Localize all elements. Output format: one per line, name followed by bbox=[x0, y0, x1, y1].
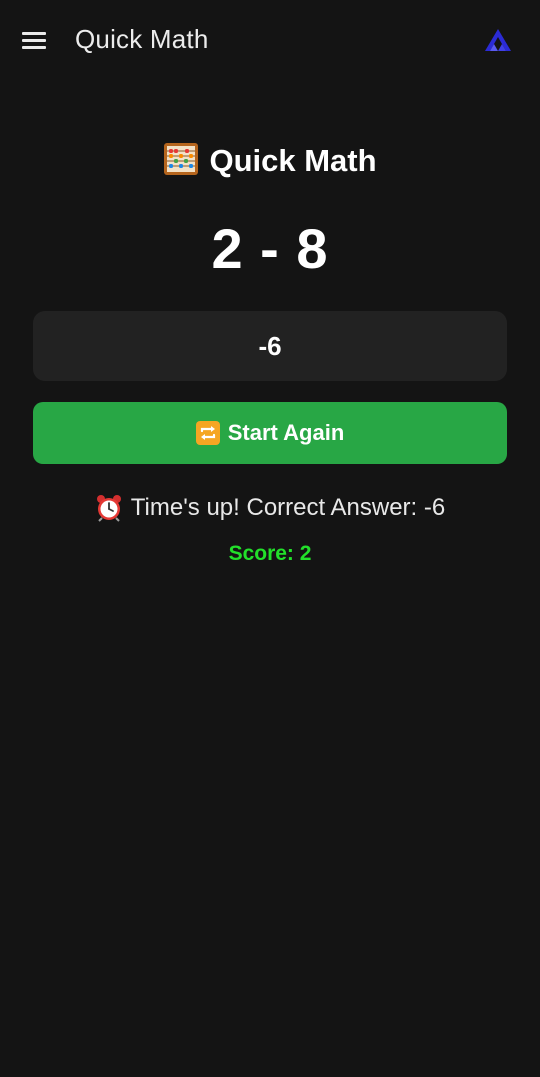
game-heading-text: Quick Math bbox=[209, 143, 377, 178]
repeat-icon bbox=[195, 421, 220, 445]
score-text: Score: 2 bbox=[228, 542, 312, 565]
game-heading: Quick Math bbox=[0, 142, 540, 179]
math-problem: 2 - 8 bbox=[211, 217, 329, 280]
result-message: Time's up! Correct Answer: -6 bbox=[0, 494, 540, 522]
app-bar-title: Quick Math bbox=[75, 24, 209, 54]
answer-input[interactable] bbox=[33, 311, 507, 381]
brand-logo-icon[interactable] bbox=[484, 27, 512, 53]
quick-math-app: Quick Math Quick Math 2 - 8 -6 Start Aga… bbox=[0, 0, 540, 1077]
hamburger-menu-icon[interactable] bbox=[20, 28, 48, 54]
start-again-label: Start Again bbox=[227, 420, 345, 445]
alarm-clock-icon bbox=[96, 495, 121, 522]
abacus-icon bbox=[164, 143, 199, 175]
result-text: Time's up! Correct Answer: -6 bbox=[130, 494, 446, 521]
top-app-bar: Quick Math bbox=[0, 0, 540, 84]
start-again-button[interactable]: Start Again bbox=[33, 402, 507, 464]
